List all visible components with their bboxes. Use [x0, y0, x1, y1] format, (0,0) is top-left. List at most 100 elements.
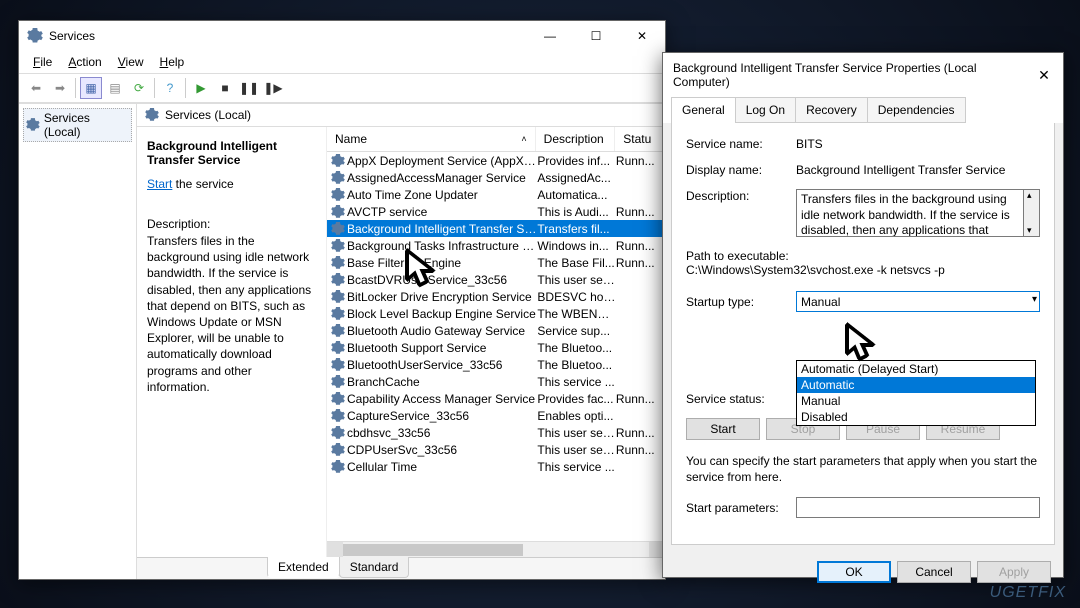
- service-name: Bluetooth Support Service: [347, 341, 537, 355]
- service-icon: [331, 409, 345, 423]
- service-icon: [331, 358, 345, 372]
- service-name: Cellular Time: [347, 460, 537, 474]
- table-row[interactable]: AssignedAccessManager Service AssignedAc…: [327, 169, 665, 186]
- ok-button[interactable]: OK: [817, 561, 891, 583]
- start-service-link[interactable]: Start: [147, 177, 172, 191]
- properties-dialog: Background Intelligent Transfer Service …: [662, 52, 1064, 578]
- tab-logon[interactable]: Log On: [735, 97, 796, 123]
- service-description: Enables opti...: [537, 409, 616, 423]
- service-name: Base Filtering Engine: [347, 256, 537, 270]
- service-description: Service sup...: [537, 324, 616, 338]
- option-manual[interactable]: Manual: [797, 393, 1035, 409]
- start-service-button[interactable]: ▶: [190, 77, 212, 99]
- table-row[interactable]: Auto Time Zone Updater Automatica...: [327, 186, 665, 203]
- close-button[interactable]: ✕: [619, 21, 665, 51]
- table-row[interactable]: Bluetooth Audio Gateway Service Service …: [327, 322, 665, 339]
- label-service-status: Service status:: [686, 392, 796, 406]
- value-display-name: Background Intelligent Transfer Service: [796, 163, 1040, 177]
- label-description: Description:: [686, 189, 796, 237]
- service-name: BitLocker Drive Encryption Service: [347, 290, 537, 304]
- service-name: Bluetooth Audio Gateway Service: [347, 324, 537, 338]
- service-icon: [331, 341, 345, 355]
- bottom-tabs: Extended Standard: [137, 557, 665, 579]
- services-list: Name˄ Description Statu AppX Deployment …: [327, 127, 665, 557]
- table-row[interactable]: Block Level Backup Engine Service The WB…: [327, 305, 665, 322]
- service-name: AssignedAccessManager Service: [347, 171, 537, 185]
- start-parameters-input[interactable]: [796, 497, 1040, 518]
- pane-header: Services (Local): [137, 104, 665, 127]
- back-button[interactable]: ⬅: [25, 77, 47, 99]
- label-path: Path to executable:: [686, 249, 1040, 263]
- table-row[interactable]: CaptureService_33c56 Enables opti...: [327, 407, 665, 424]
- pause-service-button[interactable]: ❚❚: [238, 77, 260, 99]
- show-hide-button[interactable]: ▦: [80, 77, 102, 99]
- maximize-button[interactable]: ☐: [573, 21, 619, 51]
- option-automatic-delayed[interactable]: Automatic (Delayed Start): [797, 361, 1035, 377]
- horizontal-scrollbar[interactable]: [327, 541, 665, 557]
- table-row[interactable]: BluetoothUserService_33c56 The Bluetoo..…: [327, 356, 665, 373]
- window-title: Services: [49, 29, 527, 43]
- table-row[interactable]: Background Intelligent Transfer Service …: [327, 220, 665, 237]
- services-icon: [26, 118, 40, 132]
- menu-file[interactable]: File: [25, 53, 60, 71]
- service-name: Block Level Backup Engine Service: [347, 307, 537, 321]
- tab-dependencies[interactable]: Dependencies: [867, 97, 966, 123]
- service-icon: [331, 222, 345, 236]
- tab-extended[interactable]: Extended: [267, 557, 340, 578]
- tree-pane: Services (Local): [19, 104, 137, 579]
- option-disabled[interactable]: Disabled: [797, 409, 1035, 425]
- restart-service-button[interactable]: ❚▶: [262, 77, 284, 99]
- table-row[interactable]: cbdhsvc_33c56 This user ser... Runn...: [327, 424, 665, 441]
- menu-view[interactable]: View: [110, 53, 152, 71]
- tab-general[interactable]: General: [671, 97, 736, 123]
- table-row[interactable]: AVCTP service This is Audi... Runn...: [327, 203, 665, 220]
- service-description: AssignedAc...: [537, 171, 616, 185]
- forward-button[interactable]: ➡: [49, 77, 71, 99]
- service-icon: [331, 171, 345, 185]
- start-params-note: You can specify the start parameters tha…: [686, 454, 1040, 485]
- tab-recovery[interactable]: Recovery: [795, 97, 868, 123]
- apply-button[interactable]: Apply: [977, 561, 1051, 583]
- service-icon: [331, 426, 345, 440]
- stop-service-button[interactable]: ■: [214, 77, 236, 99]
- option-automatic[interactable]: Automatic: [797, 377, 1035, 393]
- service-icon: [331, 290, 345, 304]
- tree-item-services-local[interactable]: Services (Local): [23, 108, 132, 142]
- table-row[interactable]: BranchCache This service ...: [327, 373, 665, 390]
- startup-type-combobox[interactable]: Manual ▾: [796, 291, 1040, 312]
- column-status[interactable]: Statu: [615, 127, 665, 151]
- dialog-close-button[interactable]: ✕: [1029, 67, 1059, 84]
- tab-standard[interactable]: Standard: [339, 557, 410, 578]
- table-row[interactable]: BitLocker Drive Encryption Service BDESV…: [327, 288, 665, 305]
- table-row[interactable]: Bluetooth Support Service The Bluetoo...: [327, 339, 665, 356]
- service-icon: [331, 273, 345, 287]
- service-name: CaptureService_33c56: [347, 409, 537, 423]
- cancel-button[interactable]: Cancel: [897, 561, 971, 583]
- service-status: Runn...: [616, 205, 665, 219]
- service-name: Background Tasks Infrastructure Service: [347, 239, 537, 253]
- service-description: This user ser...: [537, 443, 616, 457]
- minimize-button[interactable]: —: [527, 21, 573, 51]
- help-button[interactable]: ?: [159, 77, 181, 99]
- service-icon: [331, 460, 345, 474]
- export-button[interactable]: ▤: [104, 77, 126, 99]
- column-name[interactable]: Name˄: [327, 127, 536, 151]
- table-row[interactable]: CDPUserSvc_33c56 This user ser... Runn..…: [327, 441, 665, 458]
- table-row[interactable]: AppX Deployment Service (AppXSVC) Provid…: [327, 152, 665, 169]
- tab-body: Service name: BITS Display name: Backgro…: [671, 123, 1055, 545]
- dialog-titlebar: Background Intelligent Transfer Service …: [663, 53, 1063, 97]
- description-scrollbar[interactable]: [1024, 189, 1040, 237]
- refresh-button[interactable]: ⟳: [128, 77, 150, 99]
- value-description: Transfers files in the background using …: [796, 189, 1024, 237]
- start-button[interactable]: Start: [686, 418, 760, 440]
- table-row[interactable]: Cellular Time This service ...: [327, 458, 665, 475]
- service-description: The Bluetoo...: [537, 358, 616, 372]
- service-status: Runn...: [616, 392, 665, 406]
- menu-action[interactable]: Action: [60, 53, 109, 71]
- table-row[interactable]: Background Tasks Infrastructure Service …: [327, 237, 665, 254]
- menu-help[interactable]: Help: [152, 53, 193, 71]
- table-row[interactable]: Base Filtering Engine The Base Fil... Ru…: [327, 254, 665, 271]
- table-row[interactable]: BcastDVRUserService_33c56 This user ser.…: [327, 271, 665, 288]
- column-description[interactable]: Description: [536, 127, 616, 151]
- table-row[interactable]: Capability Access Manager Service Provid…: [327, 390, 665, 407]
